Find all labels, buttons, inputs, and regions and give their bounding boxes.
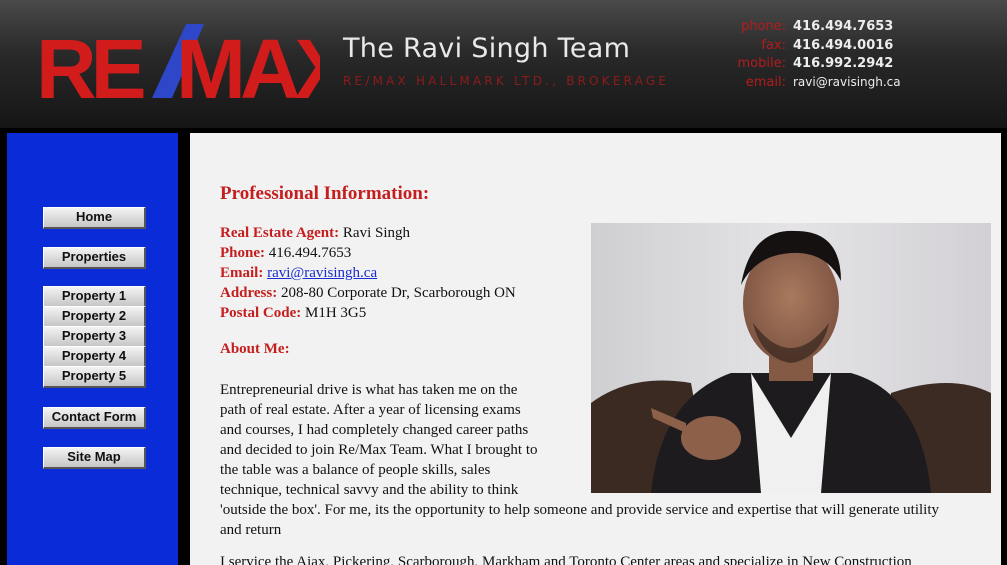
contact-label: email: (745, 75, 786, 90)
nav-home-button[interactable]: Home (43, 207, 146, 229)
contact-label: mobile: (737, 56, 786, 71)
contact-email: email: ravi@ravisingh.ca (745, 75, 901, 90)
site-header: RE MAX The Ravi Singh Team RE/MAX HALLMA… (0, 0, 1007, 128)
contact-label: fax: (761, 38, 786, 53)
info-label: Address: (220, 285, 278, 301)
team-title: The Ravi Singh Team (343, 33, 631, 64)
contact-label: phone: (740, 19, 786, 34)
page-title: Professional Information: (220, 183, 430, 204)
info-value: 416.494.7653 (268, 245, 352, 261)
nav-contact-form-button[interactable]: Contact Form (43, 407, 146, 429)
nav-site-map-button[interactable]: Site Map (43, 447, 146, 469)
contact-value: 416.494.7653 (793, 19, 894, 34)
nav-property-4-button[interactable]: Property 4 (43, 346, 146, 368)
contact-mobile: mobile: 416.992.2942 (737, 56, 894, 71)
info-value: M1H 3G5 (305, 305, 367, 321)
service-paragraph: I service the Ajax, Pickering, Scarborou… (220, 554, 912, 565)
contact-value: ravi@ravisingh.ca (793, 75, 901, 89)
info-label: Real Estate Agent: (220, 225, 340, 241)
nav-property-5-button[interactable]: Property 5 (43, 366, 146, 388)
contact-phone: phone: 416.494.7653 (740, 19, 894, 34)
agent-line: Real Estate Agent: Ravi Singh (220, 225, 410, 242)
nav-property-2-button[interactable]: Property 2 (43, 306, 146, 328)
address-line: Address: 208-80 Corporate Dr, Scarboroug… (220, 285, 516, 302)
nav-property-1-button[interactable]: Property 1 (43, 286, 146, 308)
contact-value: 416.494.0016 (793, 38, 894, 53)
main-content: Professional Information: Real Estate Ag… (190, 133, 1001, 565)
nav-properties-button[interactable]: Properties (43, 247, 146, 269)
info-value: Ravi Singh (342, 225, 410, 241)
info-label: Postal Code: (220, 305, 302, 321)
contact-fax: fax: 416.494.0016 (761, 38, 894, 53)
svg-text:RE: RE (36, 22, 144, 102)
phone-line: Phone: 416.494.7653 (220, 245, 351, 262)
agent-photo (591, 223, 991, 493)
remax-logo[interactable]: RE MAX (36, 22, 357, 116)
email-link[interactable]: ravi@ravisingh.ca (267, 265, 377, 281)
svg-text:MAX: MAX (176, 22, 320, 102)
info-label: Email: (220, 265, 264, 281)
brokerage-name: RE/MAX HALLMARK LTD., BROKERAGE (343, 74, 670, 88)
about-heading: About Me: (220, 341, 290, 357)
info-label: Phone: (220, 245, 265, 261)
email-line: Email: ravi@ravisingh.ca (220, 265, 377, 282)
info-value: 208-80 Corporate Dr, Scarborough ON (280, 285, 516, 301)
postal-code-line: Postal Code: M1H 3G5 (220, 305, 366, 322)
sidebar-nav: Home Properties Property 1 Property 2 Pr… (7, 133, 178, 565)
contact-value: 416.992.2942 (793, 56, 894, 71)
nav-property-3-button[interactable]: Property 3 (43, 326, 146, 348)
